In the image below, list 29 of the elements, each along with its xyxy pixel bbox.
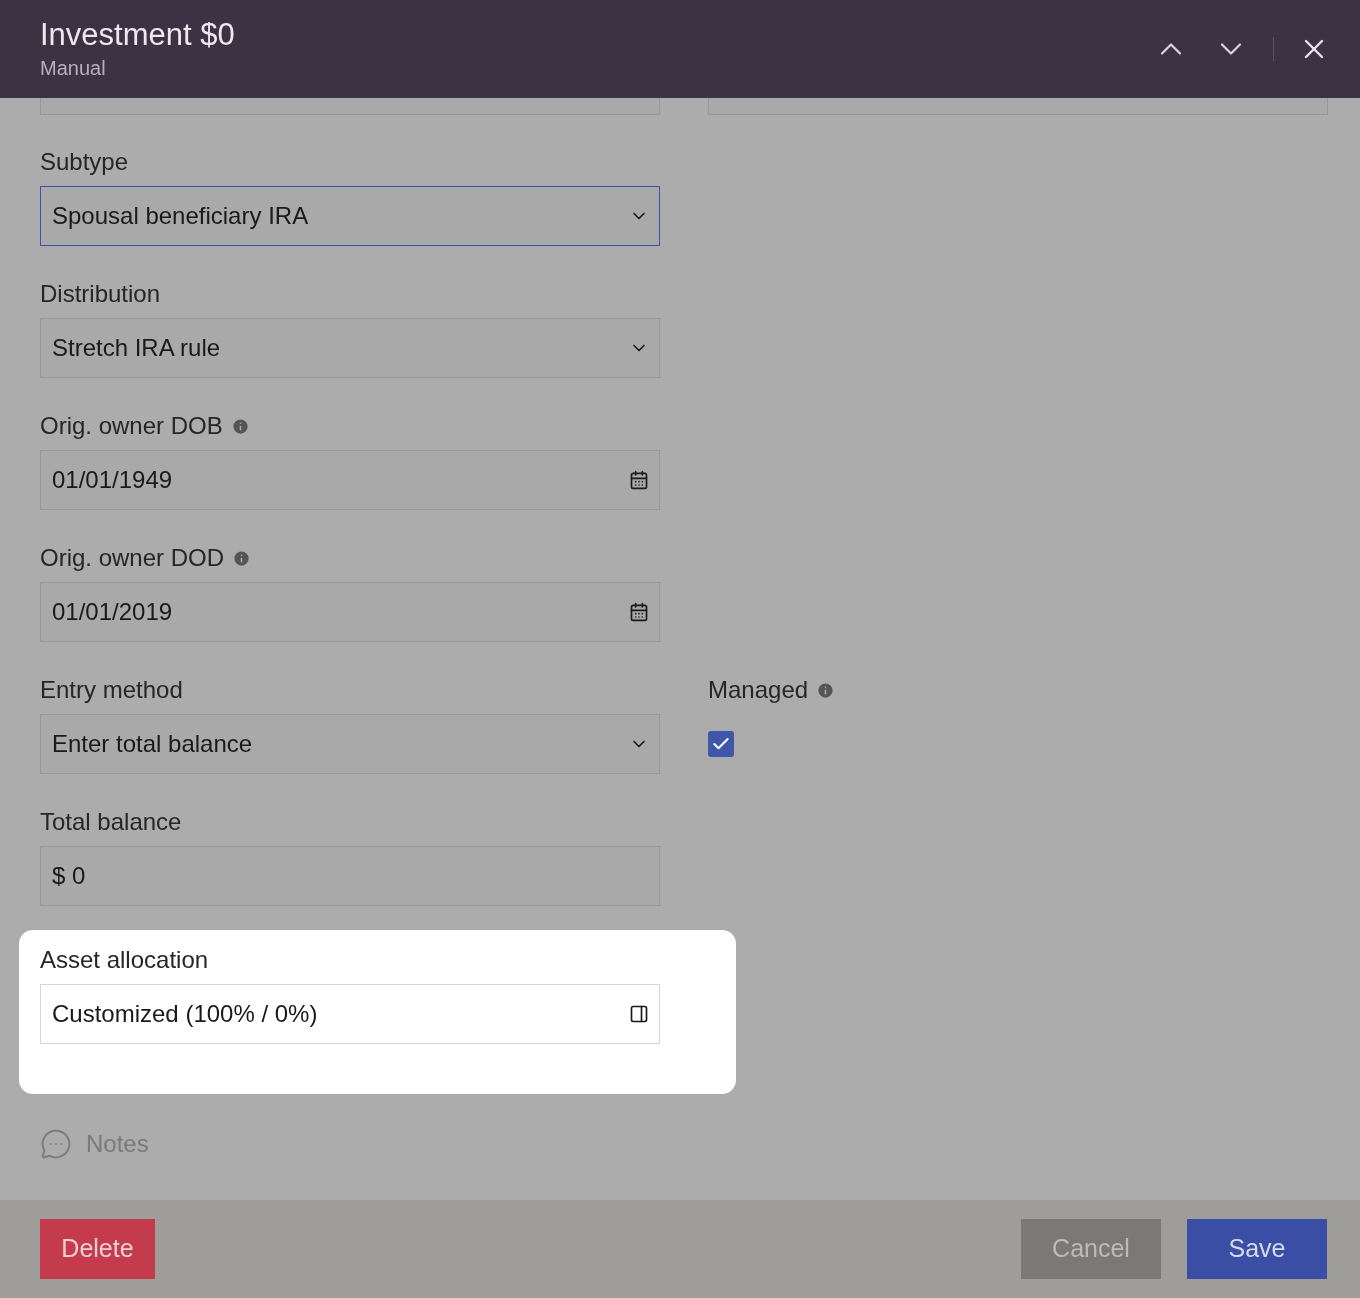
select-field[interactable]: Enter total balance [40, 714, 660, 774]
field-label: Orig. owner DOB [40, 411, 223, 441]
window-subtitle: Manual [40, 56, 107, 81]
input-field[interactable]: Customized (100% / 0%) [40, 984, 660, 1044]
info-icon [230, 416, 250, 436]
field-label: Entry method [40, 675, 183, 705]
field-label: Total balance [40, 807, 182, 837]
field-label: Asset allocation [40, 945, 209, 975]
field-label: Distribution [40, 279, 161, 309]
checkbox[interactable] [708, 731, 734, 757]
speech-bubble-icon [40, 1128, 72, 1160]
input-field[interactable]: $ 0 [40, 846, 660, 906]
panel-icon [629, 1004, 649, 1024]
window-title: Investment $0 [40, 16, 235, 54]
field-label: Managed [708, 675, 809, 705]
date-field[interactable]: 01/01/2019 [40, 582, 660, 642]
input-field[interactable] [40, 98, 660, 115]
calendar-icon [629, 602, 649, 622]
input-field[interactable] [708, 98, 1328, 115]
info-icon [816, 680, 836, 700]
select-field[interactable]: Stretch IRA rule [40, 318, 660, 378]
field-label: Subtype [40, 147, 129, 177]
field-label: Orig. owner DOD [40, 543, 225, 573]
save-button[interactable]: Save [1187, 1219, 1327, 1279]
info-icon [232, 548, 252, 568]
select-field[interactable]: Spousal beneficiary IRA [40, 186, 660, 246]
calendar-icon [629, 470, 649, 490]
delete-button[interactable]: Delete [40, 1219, 155, 1279]
date-field[interactable]: 01/01/1949 [40, 450, 660, 510]
